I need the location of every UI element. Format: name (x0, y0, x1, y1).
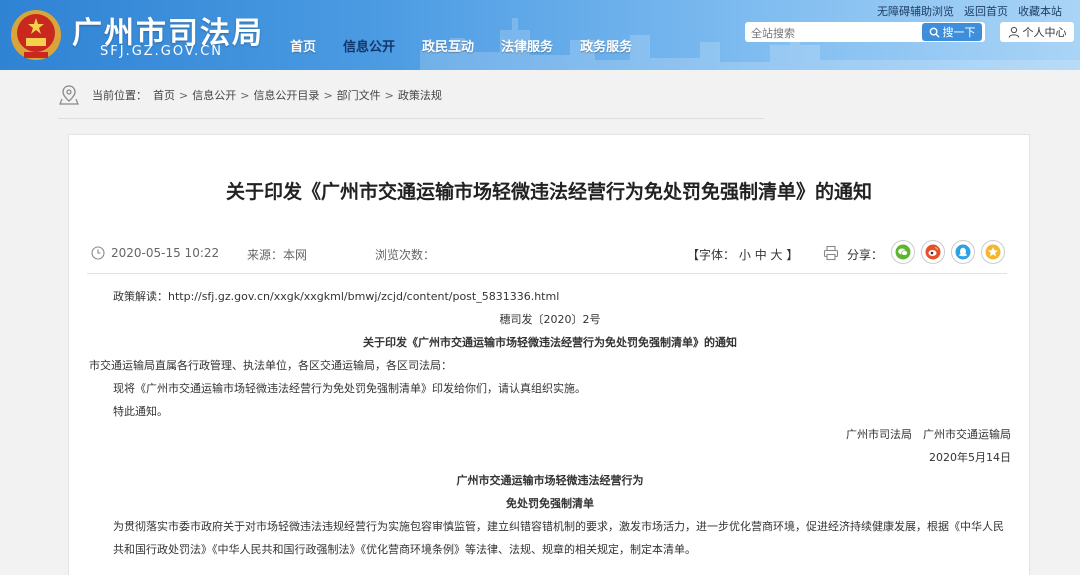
bookmark-link[interactable]: 收藏本站 (1018, 3, 1062, 19)
list-title-line-2: 免处罚免强制清单 (506, 497, 594, 510)
breadcrumb-separator: > (323, 88, 333, 102)
back-home-link[interactable]: 返回首页 (964, 3, 1008, 19)
view-count: 浏览次数： (375, 248, 436, 262)
breadcrumb-dept-docs[interactable]: 部门文件 (337, 87, 381, 103)
breadcrumb-separator: > (179, 88, 189, 102)
article-meta: 2020-05-15 10:22 来源：本网 浏览次数： 【字体： 小 中 大 … (91, 240, 1011, 265)
nav-item-legal-service[interactable]: 法律服务 (501, 36, 553, 55)
breadcrumb-separator: > (384, 88, 394, 102)
user-center-button[interactable]: 个人中心 (1000, 22, 1074, 42)
utility-links: 无障碍辅助浏览 返回首页 收藏本站 (867, 3, 1062, 19)
policy-interpretation-link[interactable]: 政策解读：http://sfj.gz.gov.cn/xxgk/xxgkml/bm… (89, 285, 1011, 308)
clock-icon (91, 246, 105, 260)
font-size-label: 【字体： (687, 248, 736, 262)
document-number: 穗司发〔2020〕2号 (499, 313, 601, 326)
nav-item-gov-service[interactable]: 政务服务 (580, 36, 632, 55)
publish-date: 2020-05-15 10:22 (111, 246, 220, 260)
weibo-icon[interactable] (921, 240, 945, 264)
font-small-button[interactable]: 小 (739, 248, 751, 262)
favorite-icon[interactable] (981, 240, 1005, 264)
list-title-line-1: 广州市交通运输市场轻微违法经营行为 (456, 474, 644, 487)
article-title: 关于印发《广州市交通运输市场轻微违法经营行为免处罚免强制清单》的通知 (225, 181, 872, 203)
main-nav: 首页 信息公开 政民互动 法律服务 政务服务 (290, 36, 659, 55)
search-box: 搜一下 (745, 22, 985, 44)
user-icon (1008, 26, 1019, 38)
meta-divider (87, 273, 1007, 274)
share-label: 分享： (847, 248, 884, 262)
nav-item-info-public[interactable]: 信息公开 (343, 36, 395, 55)
notice-heading: 关于印发《广州市交通运输市场轻微违法经营行为免处罚免强制清单》的通知 (363, 336, 737, 349)
breadcrumb-home[interactable]: 首页 (153, 87, 175, 103)
breadcrumb-separator: > (240, 88, 250, 102)
search-button-label: 搜一下 (942, 26, 976, 39)
breadcrumb-divider (58, 118, 764, 119)
national-emblem-logo (11, 10, 61, 60)
accessibility-link[interactable]: 无障碍辅助浏览 (877, 3, 954, 19)
search-button[interactable]: 搜一下 (922, 23, 982, 41)
signatories: 广州市司法局 广州市交通运输局 (846, 428, 1011, 441)
search-icon (929, 27, 940, 38)
article-source: 来源：本网 (247, 248, 308, 262)
font-medium-button[interactable]: 中 (755, 248, 767, 262)
article-body: 政策解读：http://sfj.gz.gov.cn/xxgk/xxgkml/bm… (89, 285, 1011, 561)
site-header: 广州市司法局 SFJ.GZ.GOV.CN 首页 信息公开 政民互动 法律服务 政… (0, 0, 1080, 70)
search-input[interactable] (745, 23, 915, 44)
list-intro-paragraph: 为贯彻落实市委市政府关于对市场轻微违法违规经营行为实施包容审慎监管，建立纠错容错… (113, 520, 1004, 556)
font-size-control: 【字体： 小 中 大 】 (687, 246, 798, 263)
nav-item-home[interactable]: 首页 (290, 36, 316, 55)
print-icon[interactable] (823, 245, 839, 261)
breadcrumb-info-catalog[interactable]: 信息公开目录 (253, 87, 319, 103)
breadcrumb-policy[interactable]: 政策法规 (398, 87, 442, 103)
breadcrumb-label: 当前位置： (92, 89, 147, 102)
location-pin-icon (59, 85, 79, 105)
qq-icon[interactable] (951, 240, 975, 264)
breadcrumb: 当前位置： 首页 > 信息公开 > 信息公开目录 > 部门文件 > 政策法规 (58, 84, 442, 106)
notice-closing: 特此通知。 (113, 405, 168, 418)
user-center-label: 个人中心 (1022, 26, 1067, 39)
font-large-button[interactable]: 大 (771, 248, 783, 262)
wechat-icon[interactable] (891, 240, 915, 264)
font-size-close: 】 (786, 248, 799, 262)
nav-item-interaction[interactable]: 政民互动 (422, 36, 474, 55)
recipients: 市交通运输局直属各行政管理、执法单位，各区交通运输局，各区司法局： (89, 359, 452, 372)
site-domain: SFJ.GZ.GOV.CN (100, 44, 224, 59)
article-card: 关于印发《广州市交通运输市场轻微违法经营行为免处罚免强制清单》的通知 2020-… (68, 134, 1030, 575)
notice-paragraph: 现将《广州市交通运输市场轻微违法经营行为免处罚免强制清单》印发给你们，请认真组织… (113, 382, 586, 395)
breadcrumb-info-public[interactable]: 信息公开 (192, 87, 236, 103)
signing-date: 2020年5月14日 (929, 451, 1011, 464)
